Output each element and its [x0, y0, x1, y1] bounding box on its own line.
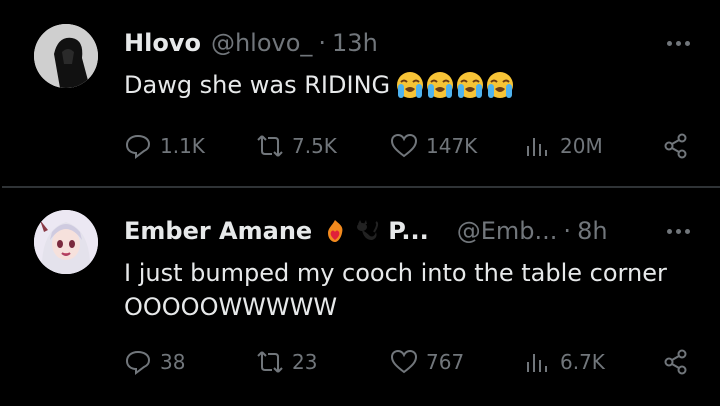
author-name-truncated[interactable]: P... [388, 214, 429, 248]
avatar[interactable] [34, 210, 98, 274]
share-button[interactable] [662, 128, 690, 164]
separator-dot: · [318, 29, 327, 57]
views-button[interactable]: 20M [524, 128, 603, 164]
reply-icon [125, 134, 151, 159]
tweet-2[interactable]: Ember Amane P... @Emb... · 8h I just bum… [0, 188, 720, 406]
tweet-text: Dawg she was RIDING [124, 68, 680, 102]
author-handle[interactable]: @hlovo_ [211, 26, 312, 60]
emoji-group [396, 71, 514, 99]
action-bar: 38 23 767 6.7K [124, 344, 690, 380]
views-icon [527, 138, 547, 156]
tweet-1[interactable]: Hlovo @hlovo_ · 13h Dawg she was RIDING … [0, 0, 720, 186]
like-count: 767 [426, 350, 465, 374]
loudly-crying-face-icon [457, 72, 484, 98]
retweet-button[interactable]: 23 [256, 344, 317, 380]
retweet-count: 23 [292, 350, 318, 374]
retweet-icon [257, 351, 283, 373]
share-icon [664, 349, 687, 375]
loudly-crying-face-icon [427, 72, 454, 98]
author-name[interactable]: Hlovo [124, 26, 201, 60]
tweet-text: I just bumped my cooch into the table co… [124, 256, 680, 324]
reply-count: 1.1K [160, 134, 205, 158]
view-count: 20M [560, 134, 603, 158]
like-count: 147K [426, 134, 478, 158]
loudly-crying-face-icon [487, 72, 514, 98]
black-cat-icon [357, 220, 379, 240]
tweet-text-content: I just bumped my cooch into the table co… [124, 259, 667, 321]
tweet-text-content: Dawg she was RIDING [124, 71, 391, 99]
view-count: 6.7K [560, 350, 605, 374]
views-icon [527, 354, 547, 372]
separator-dot: · [563, 217, 572, 245]
action-bar: 1.1K 7.5K 147K 20M [124, 128, 690, 164]
timestamp[interactable]: 8h [577, 214, 607, 248]
tweet-header: Hlovo @hlovo_ · 13h [124, 26, 690, 60]
avatar[interactable] [34, 24, 98, 88]
more-options-icon[interactable] [667, 214, 690, 248]
share-button[interactable] [662, 344, 690, 380]
reply-button[interactable]: 1.1K [124, 128, 205, 164]
author-handle[interactable]: @Emb... [457, 214, 558, 248]
retweet-count: 7.5K [292, 134, 337, 158]
loudly-crying-face-icon [397, 72, 424, 98]
like-button[interactable]: 147K [390, 128, 477, 164]
reply-icon [125, 350, 151, 375]
more-options-icon[interactable] [667, 26, 690, 60]
reply-count: 38 [160, 350, 186, 374]
heart-icon [390, 133, 418, 158]
retweet-button[interactable]: 7.5K [256, 128, 337, 164]
heart-icon [390, 349, 418, 374]
views-button[interactable]: 6.7K [524, 344, 605, 380]
retweet-icon [257, 135, 283, 157]
like-button[interactable]: 767 [390, 344, 464, 380]
author-name[interactable]: Ember Amane [124, 214, 312, 248]
share-icon [664, 133, 687, 159]
name-badges [322, 218, 380, 244]
reply-button[interactable]: 38 [124, 344, 185, 380]
heart-on-fire-icon [328, 220, 343, 242]
tweet-header: Ember Amane P... @Emb... · 8h [124, 214, 690, 248]
timestamp[interactable]: 13h [332, 26, 378, 60]
